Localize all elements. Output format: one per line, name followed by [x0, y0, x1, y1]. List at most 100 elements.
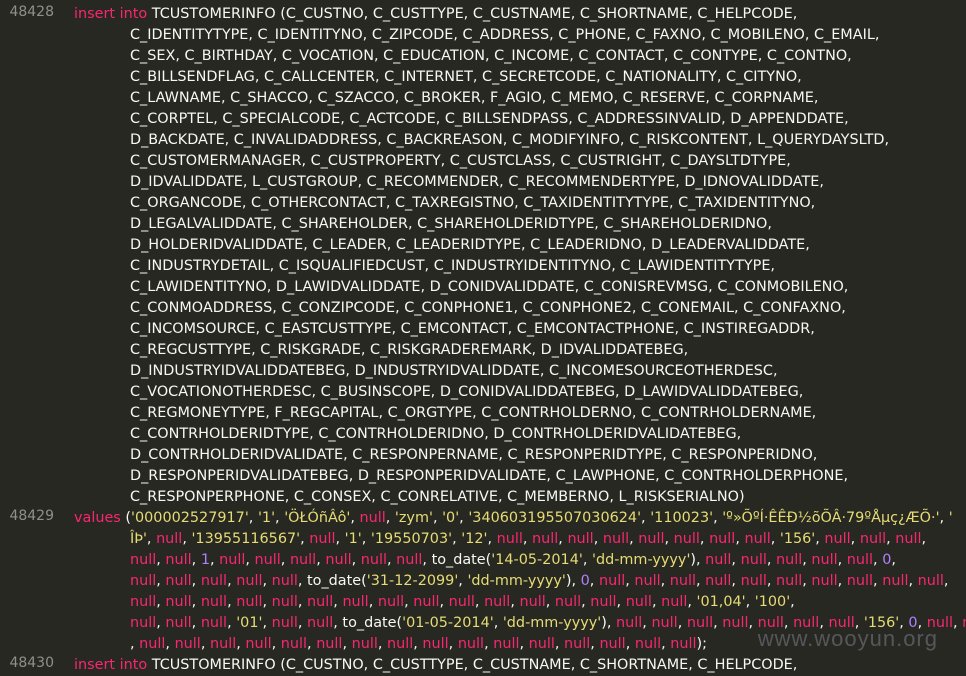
code-token: null: [165, 594, 192, 610]
code-text: C_RESPONPERPHONE, C_CONSEX, C_CONRELATIV…: [130, 489, 745, 505]
code-token: );: [696, 636, 707, 652]
code-token: null: [271, 573, 298, 589]
code-token: null: [859, 531, 887, 547]
code-token: null: [554, 594, 582, 610]
code-token: null: [532, 531, 559, 547]
code-token: null: [422, 636, 449, 652]
code-token: null: [236, 573, 263, 589]
code-token: null: [722, 615, 749, 631]
code-token: ,: [545, 594, 555, 610]
code-token: null: [599, 636, 626, 652]
code-token: ,: [554, 636, 565, 652]
code-text: TCUSTOMERINFO (C_CUSTNO, C_CUSTTYPE, C_C…: [151, 6, 798, 22]
code-token: null: [165, 573, 192, 589]
code-text: C_INCOMSOURCE, C_EASTCUSTTYPE, C_EMCONTA…: [130, 321, 815, 337]
code-line: insert into TCUSTOMERINFO (C_CUSTNO, C_C…: [74, 4, 966, 25]
code-token: ,: [766, 573, 776, 589]
code-token: '19550703': [370, 531, 453, 547]
code-token: 'dd-mm-yyyy': [591, 552, 691, 568]
code-token: ,: [316, 552, 326, 568]
code-token: ,: [651, 594, 662, 610]
sql-keyword: values: [74, 510, 121, 526]
code-token: null: [130, 552, 157, 568]
code-token: null: [740, 573, 767, 589]
code-token: ,: [227, 573, 237, 589]
code-token: ,: [699, 531, 710, 547]
code-token: ,: [677, 615, 687, 631]
code-token: ,: [422, 552, 432, 568]
code-token: ,: [660, 573, 670, 589]
code-token: ,: [275, 510, 285, 526]
sql-keyword: insert into: [74, 6, 148, 22]
code-token: null: [519, 594, 546, 610]
code-token: null: [528, 636, 555, 652]
code-token: '156': [779, 531, 816, 547]
code-token: null: [895, 531, 922, 547]
code-token: ,: [770, 531, 780, 547]
code-token: null: [165, 615, 192, 631]
code-token: ÎÞ': [130, 531, 147, 547]
code-token: null: [280, 636, 308, 652]
code-line: null, null, 1, null, null, null, null, n…: [130, 550, 966, 571]
code-token: null: [484, 594, 511, 610]
code-token: ,: [227, 615, 237, 631]
code-token: null: [598, 573, 626, 589]
line-number-gutter: [0, 0, 66, 664]
code-text: C_INDUSTRYDETAIL, C_ISQUALIFIEDCUST, C_I…: [130, 258, 775, 274]
code-token: null: [130, 573, 157, 589]
code-text: C_BILLSENDFLAG, C_CALLCENTER, C_INTERNET…: [130, 69, 802, 85]
code-text: C_CONTRHOLDERIDTYPE, C_CONTRHOLDERIDNO, …: [130, 426, 742, 442]
code-token: 'ÖŁÓñÂô': [284, 510, 351, 526]
code-token: null: [130, 615, 157, 631]
code-token: 0: [580, 573, 590, 589]
code-token: '340603195507030624': [468, 510, 642, 526]
code-token: null: [254, 552, 281, 568]
code-token: null: [564, 636, 591, 652]
code-token: '1': [344, 531, 362, 547]
code-token: null: [387, 636, 414, 652]
code-token: ,: [432, 510, 443, 526]
code-token: '01-05-2014': [402, 615, 494, 631]
code-token: ,: [191, 573, 201, 589]
code-token: null: [686, 615, 714, 631]
code-token: '12': [461, 531, 488, 547]
code-token: null: [673, 531, 700, 547]
code-token: null: [602, 531, 630, 547]
code-token: null: [219, 552, 246, 568]
code-token: null: [325, 552, 352, 568]
code-token: '14-05-2014': [491, 552, 583, 568]
code-token: ,: [200, 636, 210, 652]
code-token: null: [309, 531, 336, 547]
code-token: null: [307, 594, 334, 610]
code-token: null: [139, 636, 166, 652]
code-token: null: [670, 636, 697, 652]
code-token: ,: [921, 531, 927, 547]
code-token: ,: [280, 552, 290, 568]
code-token: null: [200, 573, 228, 589]
code-text: D_INDUSTRYIDVALIDDATEBEG, D_INDUSTRYIDVA…: [130, 363, 778, 379]
code-token: ,: [130, 636, 140, 652]
line-number: 48430: [9, 655, 54, 671]
code-token: null: [824, 531, 851, 547]
code-token: ,: [886, 531, 896, 547]
code-token: null: [156, 531, 183, 547]
code-token: ,: [342, 636, 352, 652]
code-token: ,: [943, 573, 949, 589]
code-token: ,: [696, 573, 706, 589]
code-token: null: [359, 510, 386, 526]
code-text: D_LEGALVALIDDATE, C_SHAREHOLDER, C_SHARE…: [130, 216, 772, 232]
code-token: null: [493, 636, 520, 652]
code-token: null: [307, 615, 334, 631]
code-token: null: [638, 531, 665, 547]
code-token: ,: [629, 531, 639, 547]
line-number: 48428: [9, 4, 54, 20]
code-token: null: [846, 573, 874, 589]
code-token: ,: [297, 594, 308, 610]
code-token: ,: [593, 531, 603, 547]
code-token: '0': [442, 510, 460, 526]
code-token: ,: [873, 552, 883, 568]
code-text: D_IDVALIDDATE, L_CUSTGROUP, C_RECOMMENDE…: [130, 174, 824, 190]
code-token: null: [775, 552, 803, 568]
code-line: C_REGCUSTTYPE, C_RISKGRADE, C_RISKGRADER…: [130, 340, 966, 361]
code-token: null: [360, 552, 387, 568]
